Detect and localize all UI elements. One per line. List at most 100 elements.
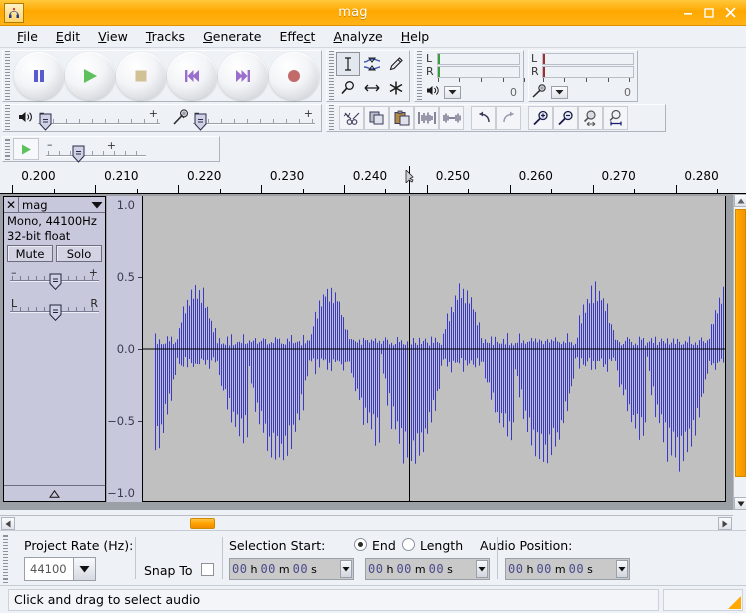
project-rate-dropdown-button[interactable] — [74, 557, 96, 581]
zoom-in-button[interactable] — [528, 106, 553, 130]
menu-tracks[interactable]: Tracks — [137, 27, 194, 46]
selection-end-minutes[interactable]: 00 — [395, 562, 412, 576]
track-gain-thumb[interactable] — [49, 273, 62, 290]
scroll-right-button[interactable] — [718, 517, 732, 530]
close-icon[interactable] — [724, 6, 737, 19]
selection-start-minutes-unit: m — [277, 563, 292, 576]
playback-meter-right-bar[interactable] — [437, 66, 520, 78]
maximize-icon[interactable] — [703, 7, 715, 19]
track-close-button[interactable]: ✕ — [4, 197, 19, 212]
solo-button[interactable]: Solo — [56, 245, 102, 262]
stop-button[interactable] — [116, 52, 166, 100]
project-rate-value[interactable]: 44100 — [24, 557, 74, 581]
mute-button[interactable]: Mute — [7, 245, 53, 262]
cut-button[interactable] — [339, 106, 364, 130]
recording-meter-dropdown[interactable] — [551, 86, 568, 99]
track-pan-slider[interactable]: L R — [10, 299, 99, 319]
amplitude-tick — [138, 421, 142, 422]
playback-speed-thumb[interactable] — [72, 145, 85, 162]
speed-grip[interactable] — [3, 137, 12, 161]
playback-speed-slider[interactable]: – + — [46, 139, 146, 161]
output-volume-thumb[interactable] — [39, 113, 52, 130]
horizontal-scroll-thumb[interactable] — [190, 518, 215, 529]
playback-meter-zero-label: 0 — [510, 86, 517, 99]
menu-analyze[interactable]: Analyze — [324, 27, 391, 46]
draw-tool[interactable] — [384, 52, 408, 76]
menu-generate[interactable]: Generate — [194, 27, 270, 46]
track-collapse-button[interactable] — [4, 485, 105, 501]
vertical-scrollbar[interactable] — [733, 194, 746, 510]
selection-start-field[interactable]: 00 h 00 m 00 s — [229, 558, 354, 580]
zoom-out-button[interactable] — [553, 106, 578, 130]
audio-position-field[interactable]: 00 h 00 m 00 s — [505, 558, 630, 580]
snap-to-checkbox[interactable] — [201, 563, 214, 576]
selection-end-dropdown[interactable] — [476, 560, 488, 578]
play-button[interactable] — [65, 52, 115, 100]
skip-to-end-button[interactable] — [218, 52, 268, 100]
trim-audio-button[interactable] — [414, 106, 439, 130]
selection-end-field[interactable]: 00 h 00 m 00 s — [365, 558, 490, 580]
resize-grip-icon[interactable] — [728, 596, 741, 609]
selection-end-hours[interactable]: 00 — [367, 562, 384, 576]
recording-meter-right-bar[interactable] — [542, 66, 634, 78]
menu-view[interactable]: View — [89, 27, 137, 46]
timeline-ruler[interactable]: 0.2000.2100.2200.2300.2400.2500.2600.270… — [0, 166, 746, 194]
timeshift-tool[interactable] — [360, 76, 384, 100]
transport-grip[interactable] — [3, 51, 12, 101]
scroll-left-button[interactable] — [1, 517, 15, 530]
track-pan-thumb[interactable] — [49, 304, 62, 321]
waveform-display[interactable] — [143, 196, 726, 502]
project-rate-combo[interactable]: 44100 — [24, 557, 96, 581]
minimize-icon[interactable] — [682, 7, 694, 19]
silence-audio-button[interactable] — [439, 106, 464, 130]
scroll-up-button[interactable] — [734, 194, 746, 207]
playback-meter-left-bar[interactable] — [437, 53, 520, 65]
input-volume-thumb[interactable] — [194, 113, 207, 130]
menu-edit[interactable]: Edit — [47, 27, 89, 46]
scroll-down-button[interactable] — [734, 497, 746, 510]
fit-selection-button[interactable] — [578, 106, 603, 130]
envelope-tool[interactable] — [360, 52, 384, 76]
play-at-speed-button[interactable] — [13, 138, 39, 160]
fit-project-button[interactable] — [603, 106, 628, 130]
length-radio-label[interactable]: Length — [420, 538, 463, 553]
playback-meter-grip[interactable] — [415, 51, 424, 101]
multi-tool[interactable] — [384, 76, 408, 100]
playback-meter-dropdown[interactable] — [444, 86, 461, 99]
record-button[interactable] — [269, 52, 319, 100]
recording-meter-left-bar[interactable] — [542, 53, 634, 65]
end-radio-label[interactable]: End — [372, 538, 396, 553]
selection-toolbar-grip[interactable] — [1, 533, 10, 584]
vertical-scroll-thumb[interactable] — [735, 209, 746, 477]
audio-position-hours[interactable]: 00 — [507, 562, 524, 576]
selection-start-minutes[interactable]: 00 — [259, 562, 276, 576]
audio-position-seconds[interactable]: 00 — [568, 562, 585, 576]
paste-button[interactable] — [389, 106, 414, 130]
chevron-down-icon[interactable] — [89, 201, 105, 209]
length-radio-button[interactable] — [402, 538, 415, 551]
edit-toolbar-grip[interactable] — [327, 105, 336, 131]
selection-start-dropdown[interactable] — [340, 560, 352, 578]
selection-tool[interactable] — [336, 52, 360, 76]
menu-effect[interactable]: Effect — [270, 27, 324, 46]
skip-to-start-button[interactable] — [167, 52, 217, 100]
mixer-grip[interactable] — [3, 105, 12, 131]
copy-button[interactable] — [364, 106, 389, 130]
pause-button[interactable] — [14, 52, 64, 100]
horizontal-scrollbar[interactable] — [0, 515, 733, 530]
audio-position-dropdown[interactable] — [616, 560, 628, 578]
audio-position-minutes[interactable]: 00 — [535, 562, 552, 576]
selection-start-hours[interactable]: 00 — [231, 562, 248, 576]
input-volume-slider[interactable]: – + — [193, 108, 315, 130]
zoom-tool[interactable] — [336, 76, 360, 100]
menu-file[interactable]: File — [8, 27, 47, 46]
end-radio-button[interactable] — [354, 538, 367, 551]
selection-start-seconds[interactable]: 00 — [292, 562, 309, 576]
track-gain-slider[interactable]: – + — [10, 268, 99, 288]
undo-button[interactable] — [471, 106, 496, 130]
selection-end-seconds[interactable]: 00 — [428, 562, 445, 576]
redo-button[interactable] — [496, 106, 521, 130]
menu-help[interactable]: Help — [392, 27, 439, 46]
output-volume-slider[interactable]: – + — [38, 108, 160, 130]
tools-grip[interactable] — [327, 51, 336, 101]
